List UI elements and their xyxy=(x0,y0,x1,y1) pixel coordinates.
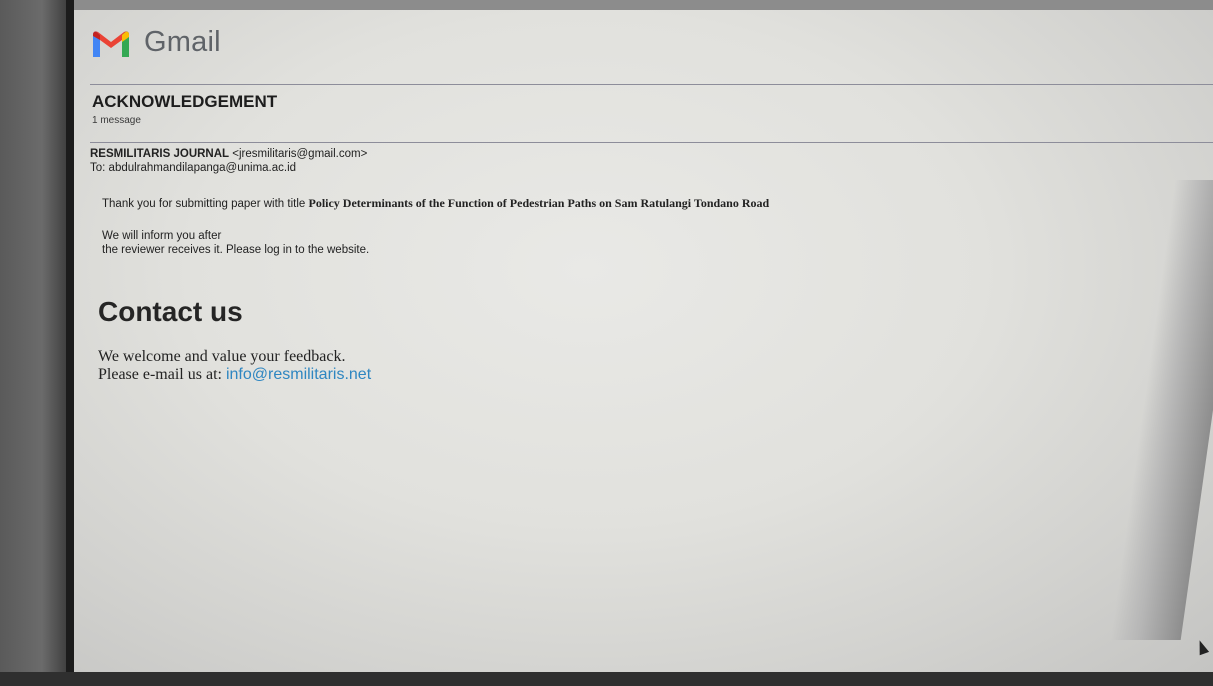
contact-line-2-prefix: Please e-mail us at: xyxy=(98,366,222,383)
contact-line-1: We welcome and value your feedback. xyxy=(98,348,346,365)
contact-heading: Contact us xyxy=(98,296,243,327)
gmail-m-icon xyxy=(93,30,129,57)
recipient-line: To: abdulrahmandilapanga@unima.ac.id xyxy=(90,162,296,174)
sender-email: <jresmilitaris@gmail.com> xyxy=(232,148,368,160)
email-body-intro: Thank you for submitting paper with titl… xyxy=(102,196,769,211)
monitor-bezel-edge xyxy=(66,0,74,686)
screen-glare xyxy=(1110,180,1213,640)
header-divider xyxy=(90,84,1213,85)
body-line-b: the reviewer receives it. Please log in … xyxy=(102,244,370,256)
sender-name: RESMILITARIS JOURNAL xyxy=(90,148,230,160)
gmail-header: Gmail xyxy=(90,26,221,59)
contact-email-link[interactable]: info@resmilitaris.net xyxy=(226,366,371,383)
paper-title: Policy Determinants of the Function of P… xyxy=(308,196,770,210)
contact-section: We welcome and value your feedback. Plea… xyxy=(98,348,371,384)
gmail-brand-text: Gmail xyxy=(144,26,221,58)
sender-line: RESMILITARIS JOURNAL <jresmilitaris@gmai… xyxy=(90,148,367,160)
monitor-bezel-bottom xyxy=(0,672,1213,686)
recipient-address: abdulrahmandilapanga@unima.ac.id xyxy=(108,162,297,174)
email-body-followup: We will inform you after the reviewer re… xyxy=(102,229,369,257)
message-count: 1 message xyxy=(92,115,141,126)
email-subject: ACKNOWLEDGEMENT xyxy=(92,92,278,111)
subject-divider xyxy=(90,142,1213,143)
top-strip xyxy=(74,0,1213,10)
monitor-bezel-left xyxy=(0,0,70,686)
email-print-view: Gmail ACKNOWLEDGEMENT 1 message RESMILIT… xyxy=(74,0,1213,672)
body-line-a: We will inform you after xyxy=(102,230,222,242)
contact-line-2: Please e-mail us at: info@resmilitaris.n… xyxy=(98,366,371,384)
body-intro-text: Thank you for submitting paper with titl… xyxy=(102,198,306,210)
to-label: To: xyxy=(90,162,106,174)
mouse-cursor-icon xyxy=(1194,638,1210,656)
